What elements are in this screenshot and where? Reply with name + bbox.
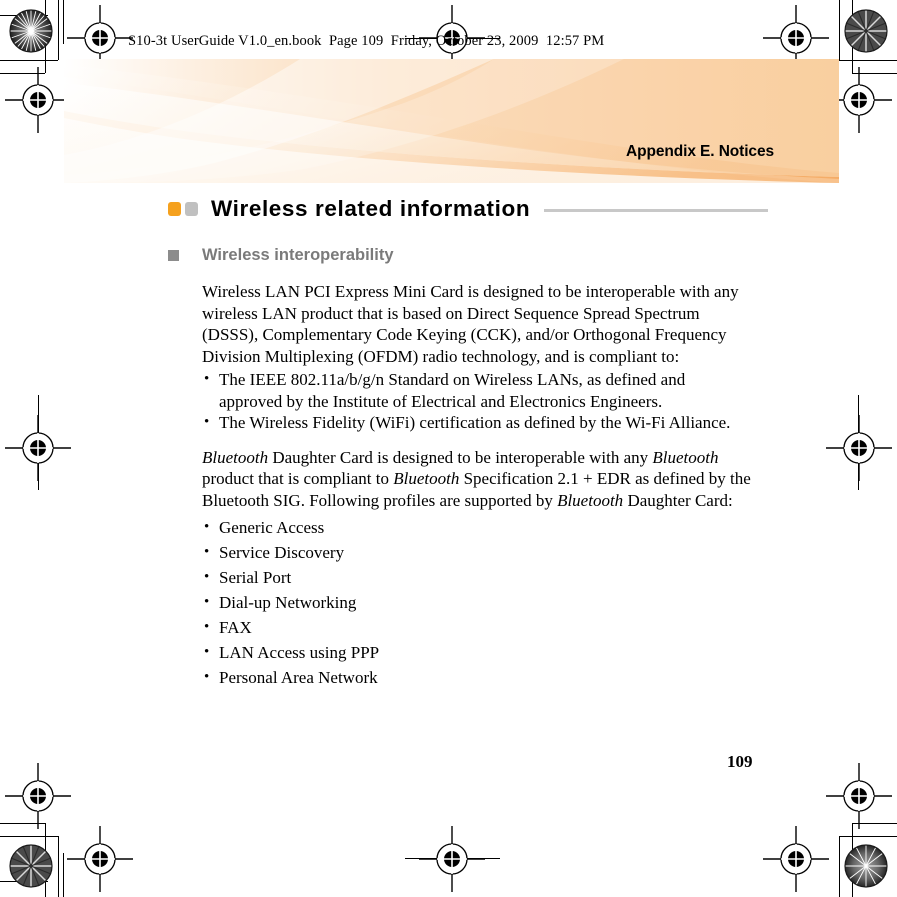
trim-frame-botleft-a [0,836,58,837]
list-item: Personal Area Network [202,665,768,690]
star-target-bottom-left [9,844,53,888]
bluetooth-trademark: Bluetooth [393,469,460,488]
star-target-bottom-right [844,844,888,888]
orange-square-icon [168,202,181,216]
list-item: Generic Access [202,515,768,540]
gray-bullet-square-icon [168,250,179,261]
registration-mark-mid-left [5,415,71,481]
bluetooth-trademark: Bluetooth [652,447,719,467]
list-item: Service Discovery [202,540,768,565]
trim-frame-botright-b [839,836,840,897]
subsection-heading: Wireless interoperability [168,246,768,265]
trim-frame-botright-a [839,836,897,837]
section-title-text: Wireless related information [211,196,531,221]
document-header-line: S10-3t UserGuide V1.0_en.book Page 109 F… [128,33,605,49]
trim-line-left-inner [63,853,64,897]
body-content: Wireless LAN PCI Express Mini Card is de… [202,281,768,690]
registration-mark-lower-right [826,763,892,829]
star-target-top-right [844,9,888,53]
page-canvas: S10-3t UserGuide V1.0_en.book Page 109 F… [0,0,897,897]
banner-title: Appendix E. Notices [626,143,774,160]
trim-frame-topright-b [839,0,840,60]
bluetooth-trademark: Bluetooth [557,490,624,510]
standards-list: The IEEE 802.11a/b/g/n Standard on Wirel… [202,369,742,434]
registration-mark-bottom-left [67,826,133,892]
registration-mark-lower-left [5,763,71,829]
trim-frame-botleft-b [58,836,59,897]
list-item: FAX [202,615,768,640]
gray-square-icon [185,202,198,216]
list-item: Dial-up Networking [202,590,768,615]
section-title-rule [544,208,768,212]
page-number: 109 [727,752,753,771]
paragraph-text: Daughter Card is designed to be interope… [268,447,653,467]
intro-paragraph: Wireless LAN PCI Express Mini Card is de… [202,282,739,366]
appendix-banner: Appendix E. Notices [64,59,839,183]
content-column: Wireless related information Wireless in… [168,196,768,690]
list-item: The Wireless Fidelity (WiFi) certificati… [202,412,742,434]
registration-mark-bottom-center [419,826,485,892]
registration-mark-bottom-right [763,826,829,892]
bluetooth-paragraph: Bluetooth Daughter Card is designed to b… [202,447,768,512]
registration-mark-mid-right [826,415,892,481]
list-item: The IEEE 802.11a/b/g/n Standard on Wirel… [202,369,742,412]
bluetooth-trademark: Bluetooth [202,447,269,467]
trim-frame-topright-a [839,60,897,61]
registration-mark-upper-left [5,67,71,133]
trim-frame-top-b [58,0,59,60]
paragraph-text: Daughter Card: [623,490,733,510]
list-item: LAN Access using PPP [202,640,768,665]
paragraph-text: product that is compliant to [202,469,394,488]
trim-line-left-outer [63,0,64,44]
section-title: Wireless related information [168,196,768,222]
bluetooth-profiles-list: Generic Access Service Discovery Serial … [202,515,768,690]
star-target-top-left [9,9,53,53]
subsection-heading-text: Wireless interoperability [202,246,394,264]
list-item: Serial Port [202,565,768,590]
trim-frame-top-a [0,60,58,61]
